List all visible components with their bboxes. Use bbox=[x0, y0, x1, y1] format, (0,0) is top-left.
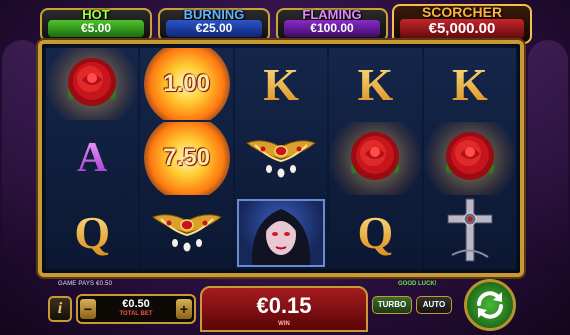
symbol-letter: Q bbox=[46, 197, 138, 269]
total-bet-label: TOTAL BET bbox=[119, 311, 153, 317]
jackpot-scorcher-name: SCORCHER bbox=[421, 4, 503, 20]
fireball-value: 7.50 bbox=[163, 144, 210, 172]
symbol-cross bbox=[424, 197, 516, 269]
necklace-icon bbox=[149, 207, 225, 258]
background-arch-left bbox=[2, 40, 42, 270]
symbol-letter: K bbox=[424, 48, 516, 120]
reel-4: KQ bbox=[329, 48, 422, 269]
vampire-portrait-icon bbox=[236, 198, 326, 267]
status-message: GOOD LUCK! bbox=[398, 281, 437, 287]
autoplay-button[interactable]: AUTO bbox=[416, 296, 452, 314]
win-label: WIN bbox=[278, 321, 290, 327]
rose-icon bbox=[343, 124, 407, 193]
rose-icon bbox=[438, 124, 502, 193]
jackpot-flaming-value: €100.00 bbox=[284, 20, 380, 37]
cross-icon bbox=[442, 197, 498, 269]
jackpot-burning: BURNING €25.00 bbox=[158, 7, 270, 42]
win-panel: €0.15 WIN bbox=[200, 286, 368, 332]
symbol-rose bbox=[46, 48, 139, 121]
jackpot-scorcher-value: €5,000.00 bbox=[400, 19, 524, 39]
symbol-letter: A bbox=[46, 122, 138, 194]
reel-frame: A Q 1.00 7.50 K K Q K bbox=[38, 40, 524, 277]
symbol-fireball: 7.50 bbox=[140, 122, 232, 195]
symbol-rose bbox=[423, 122, 517, 195]
jackpot-bar: HOT €5.00 BURNING €25.00 FLAMING €100.00… bbox=[40, 4, 532, 44]
total-bet-panel: − €0.50 TOTAL BET + bbox=[76, 294, 196, 324]
jackpot-hot-value: €5.00 bbox=[48, 20, 144, 37]
symbol-letter: Q bbox=[329, 197, 421, 269]
symbol-letter: K bbox=[329, 48, 421, 120]
rose-icon bbox=[60, 50, 124, 119]
letter-symbol-text: Q bbox=[357, 207, 394, 259]
bet-decrease-button[interactable]: − bbox=[80, 299, 96, 319]
necklace-icon bbox=[243, 133, 319, 184]
symbol-necklace bbox=[140, 197, 232, 269]
turbo-button[interactable]: TURBO bbox=[372, 296, 412, 314]
jackpot-hot: HOT €5.00 bbox=[40, 7, 152, 42]
symbol-vampire bbox=[235, 197, 327, 269]
letter-symbol-text: Q bbox=[74, 207, 111, 259]
game-pays-text: GAME PAYS €0.50 bbox=[58, 281, 113, 287]
reel-5: K bbox=[423, 48, 517, 269]
total-bet-value: €0.50 bbox=[122, 298, 150, 310]
letter-symbol-text: K bbox=[357, 58, 394, 110]
jackpot-burning-value: €25.00 bbox=[166, 20, 262, 37]
info-button[interactable]: i bbox=[48, 296, 72, 322]
jackpot-scorcher: SCORCHER €5,000.00 bbox=[392, 4, 532, 44]
background-arch-right bbox=[528, 40, 568, 270]
bet-increase-button[interactable]: + bbox=[176, 299, 192, 319]
letter-symbol-text: K bbox=[451, 58, 488, 110]
symbol-letter: K bbox=[235, 48, 327, 120]
reel-grid: A Q 1.00 7.50 K K Q K bbox=[46, 48, 517, 269]
letter-symbol-text: A bbox=[77, 135, 108, 182]
symbol-rose bbox=[329, 122, 422, 195]
spin-arrows-icon bbox=[477, 291, 503, 319]
letter-symbol-text: K bbox=[263, 58, 299, 110]
spin-button[interactable] bbox=[464, 279, 516, 331]
jackpot-flaming: FLAMING €100.00 bbox=[276, 7, 388, 42]
symbol-necklace bbox=[235, 122, 327, 194]
reel-1: AQ bbox=[46, 48, 139, 269]
reel-3: K bbox=[234, 48, 328, 269]
fireball-value: 1.00 bbox=[163, 70, 210, 98]
reel-2: 1.00 7.50 bbox=[140, 48, 233, 269]
symbol-fireball: 1.00 bbox=[140, 48, 232, 121]
win-value: €0.15 bbox=[256, 293, 312, 318]
